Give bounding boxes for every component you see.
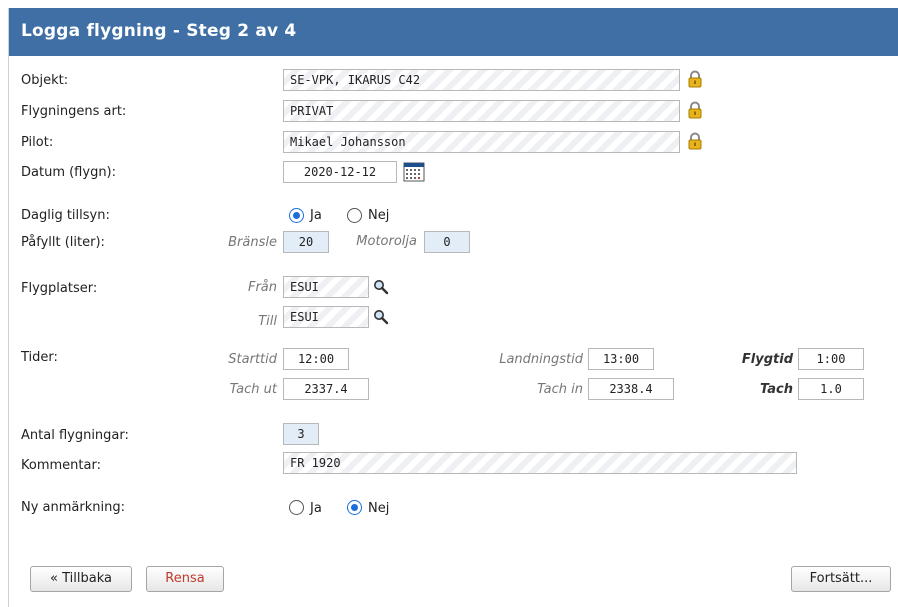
pilot-field: Mikael Johansson — [283, 131, 680, 153]
kommentar-label: Kommentar: — [21, 458, 101, 473]
reset-button[interactable]: Rensa — [146, 566, 224, 592]
till-label: Till — [258, 314, 277, 329]
flygtid-label: Flygtid — [741, 352, 793, 367]
art-label: Flygningens art: — [21, 104, 127, 119]
landningstid-input[interactable]: 13:00 — [588, 348, 654, 370]
objekt-field: SE-VPK, IKARUS C42 — [283, 69, 680, 91]
till-input[interactable]: ESUI — [283, 306, 369, 328]
form-panel: Logga flygning - Steg 2 av 4 Objekt: SE-… — [8, 8, 898, 607]
pafyllt-label: Påfyllt (liter): — [21, 235, 105, 250]
landningstid-label: Landningstid — [499, 352, 583, 367]
next-button[interactable]: Fortsätt... — [791, 566, 891, 592]
bransle-label: Bränsle — [228, 235, 277, 250]
motorolja-input[interactable]: 0 — [424, 231, 470, 253]
calendar-icon[interactable] — [403, 162, 425, 182]
tach-label: Tach — [759, 382, 793, 397]
objekt-label: Objekt: — [21, 73, 69, 88]
starttid-label: Starttid — [228, 352, 277, 367]
motorolja-label: Motorolja — [356, 234, 417, 249]
search-icon[interactable] — [373, 309, 389, 325]
ny-anmarkning-ja-radio[interactable] — [289, 500, 304, 515]
form-header: Logga flygning - Steg 2 av 4 — [9, 8, 898, 56]
daglig-tillsyn-nej-radio[interactable] — [347, 208, 362, 223]
daglig-tillsyn-ja-label[interactable]: Ja — [310, 208, 322, 223]
lock-icon — [688, 132, 702, 150]
ny-anmarkning-nej-radio[interactable] — [347, 500, 362, 515]
flygplatser-label: Flygplatser: — [21, 281, 98, 296]
lock-icon — [688, 70, 702, 88]
starttid-input[interactable]: 12:00 — [283, 348, 349, 370]
antal-input[interactable]: 3 — [283, 423, 319, 445]
datum-input[interactable]: 2020-12-12 — [283, 161, 397, 183]
fran-input[interactable]: ESUI — [283, 276, 369, 298]
tach-ut-input[interactable]: 2337.4 — [283, 378, 369, 400]
search-icon[interactable] — [373, 279, 389, 295]
ny-anmarkning-ja-label[interactable]: Ja — [310, 501, 322, 516]
daglig-tillsyn-ja-radio[interactable] — [289, 208, 304, 223]
bransle-input[interactable]: 20 — [283, 231, 329, 253]
kommentar-input[interactable]: FR 1920 — [283, 452, 797, 474]
datum-label: Datum (flygn): — [21, 165, 117, 180]
tider-label: Tider: — [21, 350, 58, 365]
daglig-tillsyn-label: Daglig tillsyn: — [21, 208, 110, 223]
back-button[interactable]: « Tillbaka — [30, 566, 132, 592]
art-field: PRIVAT — [283, 100, 680, 122]
ny-anmarkning-nej-label[interactable]: Nej — [368, 501, 389, 516]
tach-input[interactable]: 1.0 — [798, 378, 864, 400]
tach-in-label: Tach in — [537, 382, 583, 397]
lock-icon — [688, 101, 702, 119]
daglig-tillsyn-nej-label[interactable]: Nej — [368, 208, 389, 223]
pilot-label: Pilot: — [21, 135, 54, 150]
antal-label: Antal flygningar: — [21, 428, 129, 443]
tach-ut-label: Tach ut — [229, 382, 277, 397]
page-title: Logga flygning - Steg 2 av 4 — [21, 21, 297, 41]
fran-label: Från — [247, 280, 277, 295]
flygtid-input[interactable]: 1:00 — [798, 348, 864, 370]
tach-in-input[interactable]: 2338.4 — [588, 378, 674, 400]
ny-anmarkning-label: Ny anmärkning: — [21, 500, 125, 515]
